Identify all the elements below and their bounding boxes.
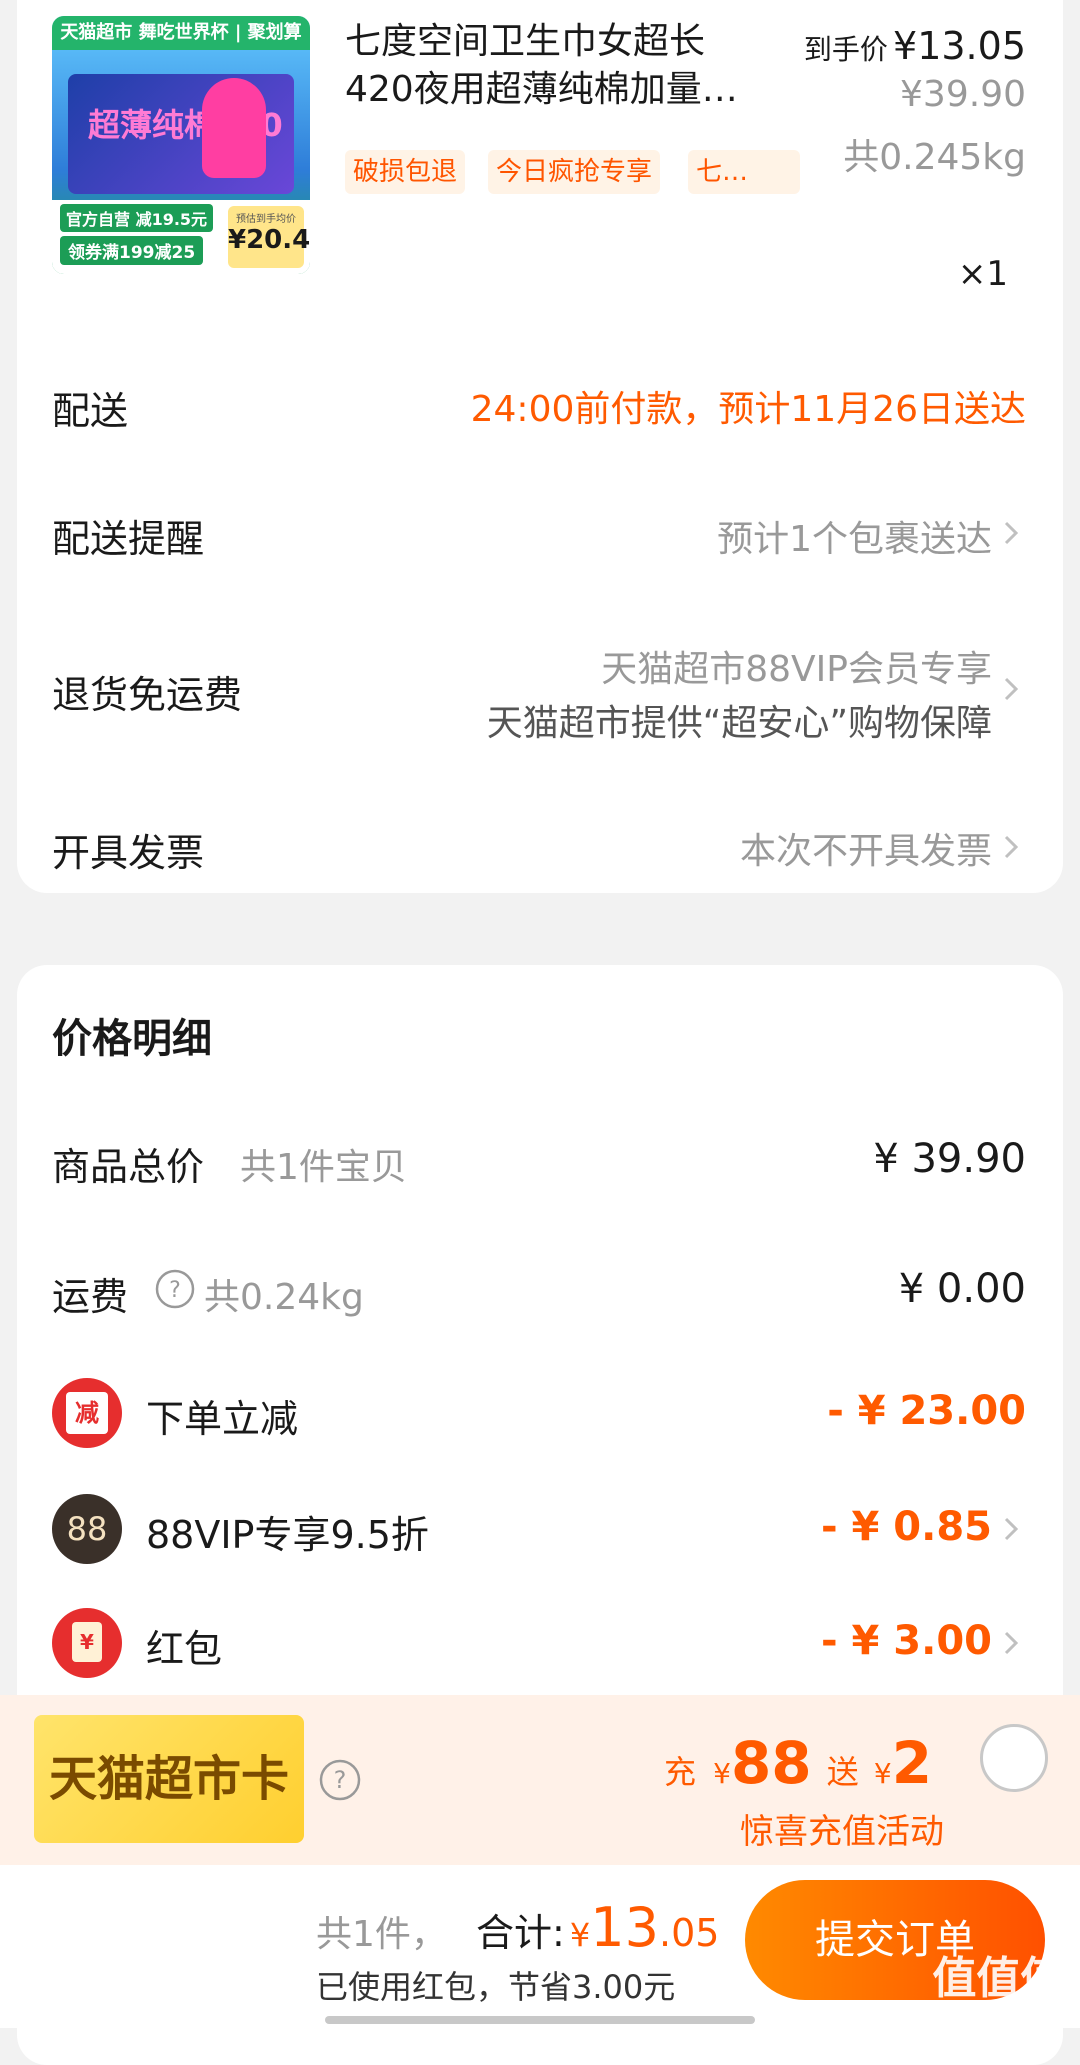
total-amount: 13 — [590, 1896, 659, 1959]
product-weight: 共0.245kg — [843, 137, 1026, 178]
chevron-right-icon — [1004, 1631, 1019, 1655]
return-label: 退货免运费 — [52, 673, 243, 717]
product-title[interactable]: 七度空间卫生巾女超长 420夜用超薄纯棉加量… — [345, 18, 785, 114]
shipping-weight: 共0.24kg — [204, 1277, 364, 1318]
svg-text:?: ? — [334, 1766, 347, 1794]
reminder-label: 配送提醒 — [52, 517, 205, 561]
tag-today-exclusive: 今日疯抢专享 — [488, 150, 661, 194]
product-thumbnail[interactable]: 天猫超市 舞吃世界杯 | 聚划算 超薄纯棉420 官方自营 减19.5元 领券满… — [52, 16, 310, 274]
thumb-banner: 天猫超市 舞吃世界杯 | 聚划算 — [52, 16, 310, 50]
return-value-2: 天猫超市提供“超安心”购物保障 — [486, 703, 992, 744]
vip-label: 88VIP专享9.5折 — [146, 1513, 429, 1557]
thumb-price: ¥20.4 — [228, 225, 310, 255]
svg-text:?: ? — [169, 1278, 181, 1303]
tag-more: 七… — [688, 150, 800, 194]
supermarket-card-badge[interactable]: 天猫超市卡 — [34, 1715, 304, 1843]
delivery-label: 配送 — [52, 389, 129, 433]
charge-activity: 惊喜充值活动 — [740, 1812, 944, 1852]
delivery-estimate: 24:00前付款，预计11月26日送达 — [470, 389, 1026, 430]
return-value-1: 天猫超市88VIP会员专享 — [601, 649, 992, 690]
price-detail-title: 价格明细 — [52, 1016, 212, 1062]
mascot-image — [202, 78, 266, 178]
total-label: 合计: — [476, 1911, 565, 1955]
discount-icon: 减 — [52, 1378, 122, 1448]
invoice-value: 本次不开具发票 — [739, 831, 992, 872]
thumb-price-label: 预估到手均价 — [236, 214, 296, 225]
invoice-label: 开具发票 — [52, 831, 205, 875]
goods-count: 共1件宝贝 — [240, 1147, 407, 1188]
help-icon[interactable]: ? — [318, 1758, 362, 1802]
final-price-label: 到手价 — [803, 33, 888, 66]
discount-value: - ¥ 23.00 — [827, 1388, 1026, 1434]
red-packet-label: 红包 — [146, 1627, 223, 1671]
chevron-right-icon — [1004, 835, 1019, 859]
promo-select-radio[interactable] — [980, 1724, 1048, 1792]
chevron-right-icon — [1004, 677, 1019, 701]
checkout-summary: 共1件， 合计: ¥13.05 — [316, 1896, 720, 1959]
shipping-value: ¥ 0.00 — [898, 1266, 1026, 1312]
thumb-badge-discount: 官方自营 减19.5元 — [60, 204, 214, 232]
home-indicator — [325, 2016, 755, 2024]
original-price: ¥39.90 — [900, 74, 1026, 115]
tag-damage-return: 破损包退 — [345, 150, 466, 194]
goods-total-label: 商品总价 — [52, 1145, 205, 1189]
charge-offer: 充 ¥88 送 ¥2 — [664, 1729, 933, 1797]
chevron-right-icon — [1004, 1517, 1019, 1541]
vip-value: - ¥ 0.85 — [821, 1504, 992, 1550]
final-price: ¥13.05 — [893, 24, 1026, 68]
discount-label: 下单立减 — [146, 1397, 299, 1441]
item-count: 共1件， — [316, 1914, 447, 1955]
savings-text: 已使用红包，节省3.00元 — [316, 1968, 676, 2006]
vip-88-icon: 88 — [52, 1494, 122, 1564]
quantity: ×1 — [957, 254, 1008, 294]
thumb-badge-coupon: 领券满199减25 — [60, 236, 204, 265]
watermark: 值值值 zhizhizhi.com — [930, 1953, 1066, 2028]
help-icon[interactable]: ? — [154, 1268, 196, 1310]
red-packet-value: - ¥ 3.00 — [821, 1618, 992, 1664]
chevron-right-icon — [1004, 521, 1019, 545]
shipping-label: 运费 — [52, 1275, 129, 1319]
goods-total-value: ¥ 39.90 — [873, 1136, 1026, 1182]
reminder-value: 预计1个包裹送达 — [717, 519, 992, 560]
red-packet-icon: ¥ — [52, 1608, 122, 1678]
